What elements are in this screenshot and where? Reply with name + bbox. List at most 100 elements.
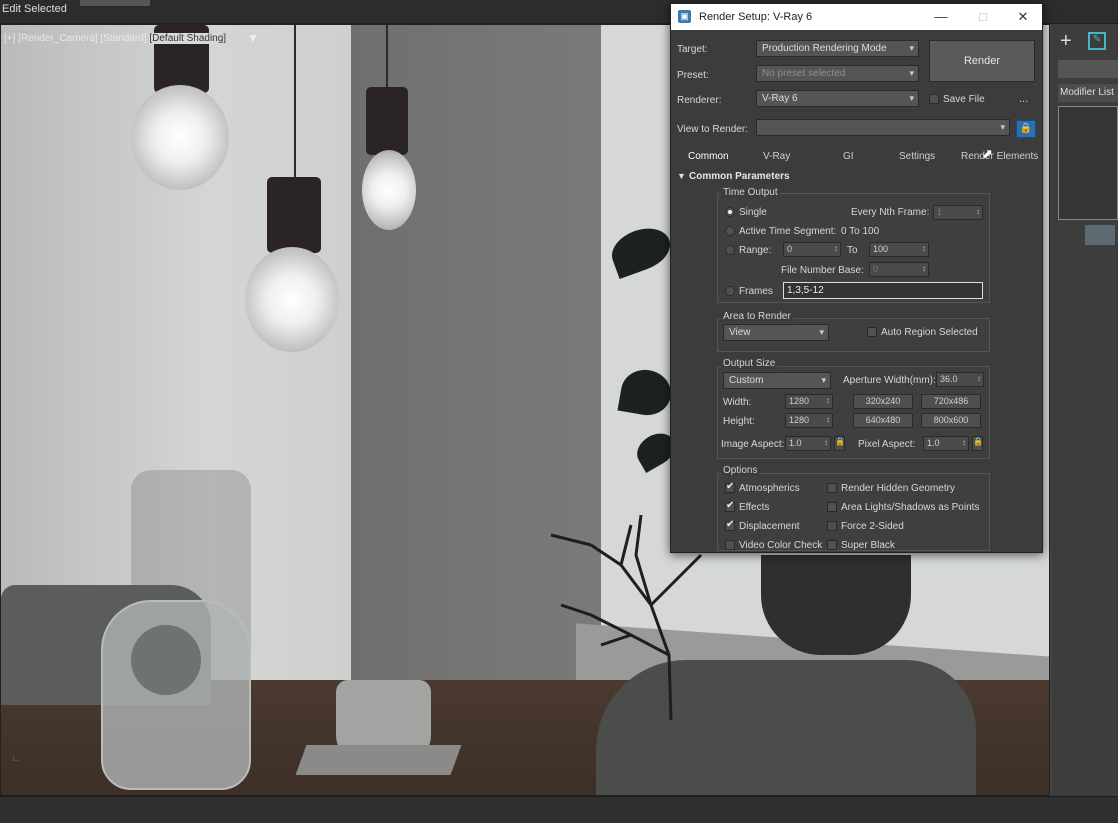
- toolbar-tab[interactable]: [80, 0, 150, 6]
- time-output-title: Time Output: [721, 187, 780, 198]
- every-nth-label: Every Nth Frame:: [851, 207, 930, 218]
- image-aspect-spinner[interactable]: 1.0: [785, 436, 831, 451]
- width-label: Width:: [723, 397, 752, 408]
- close-icon[interactable]: ✕: [1013, 8, 1033, 26]
- atmospherics-label: Atmospherics: [739, 483, 800, 494]
- object-name-field[interactable]: [1058, 60, 1118, 78]
- tab-vray[interactable]: V-Ray: [763, 151, 790, 162]
- pendant-bulb: [362, 150, 416, 230]
- viewport-shading-label[interactable]: [Default Shading]: [149, 33, 227, 44]
- video-color-check-checkbox[interactable]: [725, 540, 735, 550]
- width-spinner[interactable]: 1280: [785, 394, 833, 409]
- effects-checkbox[interactable]: [725, 500, 735, 512]
- pendant-socket: [366, 87, 408, 155]
- active-segment-label: Active Time Segment:: [739, 226, 837, 237]
- auto-region-label: Auto Region Selected: [881, 327, 978, 338]
- pixel-aspect-spinner[interactable]: 1.0: [923, 436, 969, 451]
- viewport-label-text[interactable]: [+] [Render_Camera] [Standard]: [4, 33, 149, 44]
- save-file-browse-button[interactable]: ...: [1019, 93, 1028, 105]
- edit-selected-label[interactable]: Edit Selected: [2, 3, 67, 15]
- save-file-label: Save File: [943, 94, 985, 105]
- area-lights-checkbox[interactable]: [827, 502, 837, 512]
- range-radio[interactable]: [725, 245, 735, 255]
- modifier-stack[interactable]: [1058, 106, 1118, 220]
- frames-input[interactable]: 1,3,5-12: [783, 282, 983, 299]
- modifier-stack-buttons[interactable]: [1085, 225, 1115, 245]
- modifier-list-dropdown[interactable]: Modifier List: [1058, 84, 1118, 102]
- renderer-label: Renderer:: [677, 95, 722, 106]
- range-from-spinner[interactable]: 0: [783, 242, 841, 257]
- tab-common[interactable]: Common: [688, 151, 729, 162]
- render-setup-icon: ▣: [678, 10, 691, 23]
- tab-render-elements[interactable]: Render Elements: [961, 151, 1038, 162]
- active-segment-radio[interactable]: [725, 226, 735, 236]
- output-size-dropdown[interactable]: Custom: [723, 372, 831, 389]
- modify-icon[interactable]: ✎: [1088, 32, 1106, 50]
- scene-jar-lid: [131, 625, 201, 695]
- aperture-spinner[interactable]: 36.0: [936, 372, 984, 387]
- pixel-aspect-label: Pixel Aspect:: [858, 439, 916, 450]
- height-spinner[interactable]: 1280: [785, 413, 833, 428]
- scene-book: [295, 745, 462, 775]
- frames-label: Frames: [739, 286, 773, 297]
- minimize-icon[interactable]: —: [931, 8, 951, 26]
- funnel-icon[interactable]: ▼: [247, 31, 259, 45]
- auto-region-checkbox[interactable]: [867, 327, 877, 337]
- target-dropdown[interactable]: Production Rendering Mode: [756, 40, 919, 57]
- preset-320x240-button[interactable]: 320x240: [853, 394, 913, 409]
- dialog-title: Render Setup: V-Ray 6: [699, 11, 813, 23]
- view-to-render-dropdown[interactable]: [756, 119, 1010, 136]
- plus-icon[interactable]: +: [1060, 30, 1072, 53]
- renderer-dropdown[interactable]: V-Ray 6: [756, 90, 919, 107]
- maximize-icon[interactable]: □: [973, 8, 993, 26]
- scene-plant-pot: [761, 555, 911, 655]
- lock-view-icon[interactable]: 🔒: [1016, 120, 1036, 138]
- status-bar: [0, 796, 1118, 823]
- 3dsmax-window: Edit Selected [+] [Render_Camera] [Stand…: [0, 0, 1118, 823]
- super-black-checkbox[interactable]: [827, 540, 837, 550]
- preset-800x600-button[interactable]: 800x600: [921, 413, 981, 428]
- preset-640x480-button[interactable]: 640x480: [853, 413, 913, 428]
- rollout-title: Common Parameters: [689, 171, 790, 182]
- preset-dropdown[interactable]: No preset selected: [756, 65, 919, 82]
- single-radio[interactable]: [725, 207, 735, 217]
- render-setup-dialog: ▣ Render Setup: V-Ray 6 — □ ✕ Target: Pr…: [670, 3, 1043, 553]
- force-2sided-checkbox[interactable]: [827, 521, 837, 531]
- output-size-title: Output Size: [721, 358, 778, 369]
- pendant-socket: [267, 177, 321, 253]
- pendant-cord: [294, 25, 296, 180]
- range-to-label: To: [847, 245, 858, 256]
- force-2sided-label: Force 2-Sided: [841, 521, 904, 532]
- pendant-bulb: [131, 85, 229, 190]
- file-number-base-label: File Number Base:: [781, 265, 864, 276]
- view-to-render-label: View to Render:: [677, 124, 748, 135]
- super-black-label: Super Black: [841, 540, 895, 551]
- video-color-check-label: Video Color Check: [739, 540, 823, 551]
- active-segment-value: 0 To 100: [841, 226, 880, 237]
- viewport-label[interactable]: [+] [Render_Camera] [Standard] [Default …: [4, 33, 227, 44]
- axis-gizmo-icon: ∟: [11, 753, 21, 764]
- render-button[interactable]: Render: [929, 40, 1035, 82]
- tab-settings[interactable]: Settings: [899, 151, 935, 162]
- file-number-base-spinner[interactable]: 0: [869, 262, 929, 277]
- every-nth-spinner[interactable]: 1: [933, 205, 983, 220]
- collapse-triangle-icon[interactable]: ▼: [677, 171, 686, 181]
- tab-gi[interactable]: GI: [843, 151, 854, 162]
- area-to-render-dropdown[interactable]: View: [723, 324, 829, 341]
- preset-720x486-button[interactable]: 720x486: [921, 394, 981, 409]
- area-lights-label: Area Lights/Shadows as Points: [841, 502, 980, 513]
- pixel-aspect-lock-icon[interactable]: 🔒: [972, 436, 983, 451]
- image-aspect-lock-icon[interactable]: 🔒: [834, 436, 845, 451]
- atmospherics-checkbox[interactable]: [725, 481, 735, 493]
- common-parameters-rollout[interactable]: ▼ Common Parameters: [677, 170, 1037, 186]
- save-file-checkbox[interactable]: [929, 94, 939, 104]
- effects-label: Effects: [739, 502, 770, 513]
- aperture-label: Aperture Width(mm):: [843, 375, 936, 386]
- displacement-checkbox[interactable]: [725, 519, 735, 531]
- frames-radio[interactable]: [725, 286, 735, 296]
- height-label: Height:: [723, 416, 755, 427]
- render-hidden-checkbox[interactable]: [827, 483, 837, 493]
- range-to-spinner[interactable]: 100: [869, 242, 929, 257]
- dialog-titlebar[interactable]: ▣ Render Setup: V-Ray 6 — □ ✕: [671, 4, 1042, 30]
- render-hidden-label: Render Hidden Geometry: [841, 483, 955, 494]
